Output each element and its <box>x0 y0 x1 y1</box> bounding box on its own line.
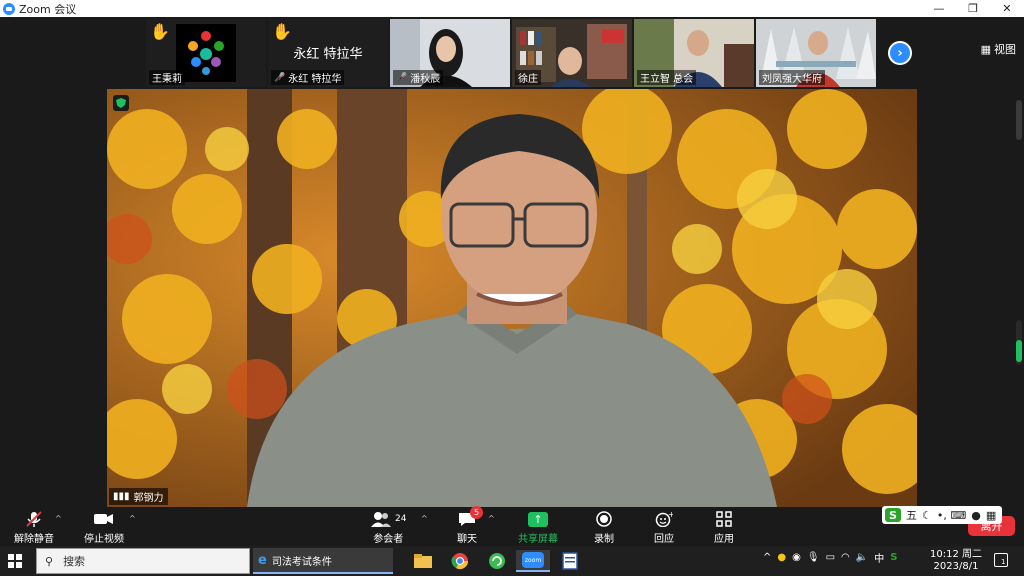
volume-icon[interactable]: 🔈 <box>856 552 868 563</box>
chat-options-caret[interactable]: ^ <box>488 514 495 523</box>
view-button[interactable]: ▦ 视图 <box>981 41 1016 57</box>
participant-tile[interactable]: ✋ 永红 特拉华 🎤̸ 永红 特拉华 <box>268 19 388 87</box>
sogou-ime-icon: S <box>885 508 901 522</box>
window-title: Zoom 会议 <box>19 2 77 16</box>
grid-view-icon: ▦ <box>980 42 991 56</box>
record-button[interactable]: 录制 <box>594 509 614 545</box>
chat-icon: 5 <box>458 506 483 529</box>
refresh-app-icon[interactable] <box>480 550 514 572</box>
share-screen-button[interactable]: ↑ 共享屏幕 <box>518 509 558 545</box>
ime-mode[interactable]: 五 <box>906 507 917 523</box>
muted-mic-icon: 🎤̸ <box>396 72 408 83</box>
ie-browser-task[interactable]: e 司法考试条件 <box>253 548 393 574</box>
avatar <box>176 24 236 82</box>
smiley-icon: + <box>655 509 673 529</box>
chat-button[interactable]: 5 聊天 <box>457 506 483 545</box>
svg-text:+: + <box>668 511 673 519</box>
unmute-button[interactable]: 解除静音 <box>14 509 54 545</box>
tray-zoom-icon[interactable]: ◉ <box>792 552 801 563</box>
search-icon: ⚲ <box>45 554 54 568</box>
volume-indicator <box>1016 320 1022 365</box>
participants-button[interactable]: 24 参会者 <box>370 509 406 545</box>
zoom-logo-icon <box>3 2 15 15</box>
participant-tile[interactable]: 徐庄 <box>512 19 632 87</box>
participant-name: 徐庄 <box>515 70 541 85</box>
camera-icon <box>94 509 114 529</box>
ime-toolbar[interactable]: S 五 ☾ •, ⌨ ● ▦ <box>882 506 1002 524</box>
close-button[interactable]: ✕ <box>990 0 1024 17</box>
raised-hand-icon: ✋ <box>272 22 292 41</box>
title-bar: Zoom 会议 — ❐ ✕ <box>0 0 1024 17</box>
participant-tile[interactable]: 刘凤强大华府 <box>756 19 876 87</box>
ie-icon: e <box>258 552 267 568</box>
participant-name: 王立智 总会 <box>637 70 697 85</box>
scroll-handle[interactable] <box>1016 100 1022 140</box>
file-explorer-icon[interactable] <box>406 550 440 572</box>
audio-options-caret[interactable]: ^ <box>55 514 62 523</box>
next-page-button[interactable]: › <box>888 41 912 65</box>
apps-button[interactable]: 应用 <box>714 509 734 545</box>
sogou-tray-icon[interactable]: S <box>890 552 897 563</box>
notification-icon[interactable]: 1 <box>994 553 1008 567</box>
user-icon[interactable]: ● <box>971 509 981 522</box>
encryption-shield-icon[interactable] <box>113 95 129 111</box>
participant-name: 🎤̸ 永红 特拉华 <box>271 70 345 85</box>
microphone-icon[interactable]: 🎙 <box>807 552 820 563</box>
participants-options-caret[interactable]: ^ <box>421 514 428 523</box>
share-screen-icon: ↑ <box>528 509 548 529</box>
participants-strip: ✋ 王秉莉 ✋ 永红 特拉华 🎤̸ 永红 特拉华 🎤̸ 潘秋辰 徐庄 王立智 总… <box>0 17 1024 89</box>
tray-app-icon[interactable]: ● <box>777 552 786 563</box>
minimize-button[interactable]: — <box>922 0 956 17</box>
active-speaker-video: ▮▮▮ 郭钢力 <box>107 89 917 507</box>
chrome-icon[interactable] <box>443 550 477 572</box>
signal-strength-icon: ▮▮▮ <box>113 491 130 502</box>
speaker-name-label: ▮▮▮ 郭钢力 <box>109 488 168 505</box>
participant-tile[interactable]: ✋ 王秉莉 <box>146 19 266 87</box>
participant-display-name: 永红 特拉华 <box>293 47 363 62</box>
system-tray: ^ ● ◉ 🎙 ▭ ◠ 🔈 中 S <box>763 550 897 565</box>
video-options-caret[interactable]: ^ <box>129 514 136 523</box>
muted-mic-icon <box>25 509 43 529</box>
ime-language-indicator[interactable]: 中 <box>874 550 884 565</box>
apps-icon <box>716 509 732 529</box>
windows-start-icon[interactable] <box>8 554 22 568</box>
zoom-taskbar-icon[interactable]: zoom <box>516 550 550 572</box>
ime-symbols[interactable]: •, ⌨ <box>937 509 966 522</box>
raised-hand-icon: ✋ <box>150 22 170 41</box>
battery-icon[interactable]: ▭ <box>826 552 835 563</box>
restore-button[interactable]: ❐ <box>956 0 990 17</box>
chat-unread-badge: 5 <box>470 506 483 519</box>
record-icon <box>596 509 612 529</box>
stop-video-button[interactable]: 停止视频 <box>84 509 124 545</box>
taskbar-search[interactable]: ⚲ 搜索 <box>36 548 250 574</box>
wifi-icon[interactable]: ◠ <box>841 552 850 563</box>
tray-expand-icon[interactable]: ^ <box>763 552 771 563</box>
windows-taskbar: ⚲ 搜索 e 司法考试条件 zoom ^ ● ◉ 🎙 ▭ ◠ 🔈 中 S 10:… <box>0 546 1024 576</box>
participant-name: 刘凤强大华府 <box>759 70 825 85</box>
grid-icon[interactable]: ▦ <box>986 509 996 522</box>
reactions-button[interactable]: + 回应 <box>654 509 674 545</box>
document-app-icon[interactable] <box>553 550 587 572</box>
participant-tile[interactable]: 王立智 总会 <box>634 19 754 87</box>
participant-name: 🎤̸ 潘秋辰 <box>393 70 444 85</box>
participants-icon: 24 <box>370 509 406 529</box>
participant-tile[interactable]: 🎤̸ 潘秋辰 <box>390 19 510 87</box>
speaker-video-frame <box>107 89 917 507</box>
taskbar-clock[interactable]: 10:12 周二 2023/8/1 <box>930 549 982 573</box>
moon-icon[interactable]: ☾ <box>922 509 932 522</box>
participant-name: 王秉莉 <box>149 70 185 85</box>
muted-mic-icon: 🎤̸ <box>274 72 286 83</box>
participants-count: 24 <box>395 514 407 524</box>
meeting-toolbar: 解除静音 ^ 停止视频 ^ 24 参会者 ^ 5 聊天 ^ ↑ 共享屏幕 录制 <box>0 506 1024 546</box>
